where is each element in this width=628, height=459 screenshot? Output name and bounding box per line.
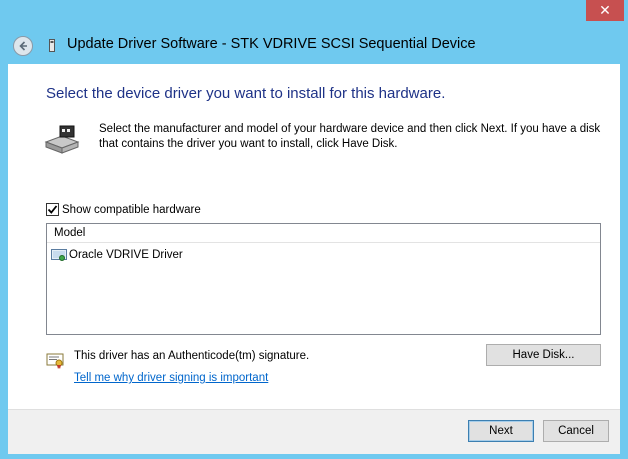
show-compatible-checkbox[interactable]	[46, 203, 59, 216]
list-item[interactable]: Oracle VDRIVE Driver	[51, 246, 183, 264]
cancel-button[interactable]: Cancel	[543, 420, 609, 442]
main-panel: Select the device driver you want to ins…	[8, 64, 620, 409]
page-description: Select the manufacturer and model of you…	[99, 123, 601, 150]
show-compatible-label: Show compatible hardware	[62, 203, 201, 216]
close-icon: ✕	[599, 2, 611, 18]
back-button[interactable]	[13, 36, 33, 56]
update-driver-window: ✕ Update Driver Software - STK VDRIVE SC…	[0, 0, 628, 459]
model-list[interactable]: Model Oracle VDRIVE Driver	[46, 223, 601, 335]
hardware-device-icon	[44, 125, 80, 154]
close-button[interactable]: ✕	[586, 0, 624, 21]
model-item-label: Oracle VDRIVE Driver	[69, 249, 183, 261]
show-compatible-toggle[interactable]: Show compatible hardware	[46, 203, 201, 216]
signature-status: This driver has an Authenticode(tm) sign…	[74, 350, 310, 362]
driver-signing-link[interactable]: Tell me why driver signing is important	[74, 372, 268, 384]
have-disk-button[interactable]: Have Disk...	[486, 344, 601, 366]
checkmark-icon	[47, 205, 58, 214]
driver-icon	[51, 249, 67, 261]
page-instruction: Select the device driver you want to ins…	[46, 85, 446, 102]
window-header: Update Driver Software - STK VDRIVE SCSI…	[8, 28, 620, 64]
device-manager-icon	[49, 39, 55, 52]
next-button[interactable]: Next	[468, 420, 534, 442]
model-column-header[interactable]: Model	[47, 224, 600, 243]
certificate-icon	[46, 353, 64, 369]
dialog-footer: Next Cancel	[8, 409, 620, 454]
back-arrow-icon	[19, 41, 27, 51]
window-title: Update Driver Software - STK VDRIVE SCSI…	[67, 36, 476, 52]
